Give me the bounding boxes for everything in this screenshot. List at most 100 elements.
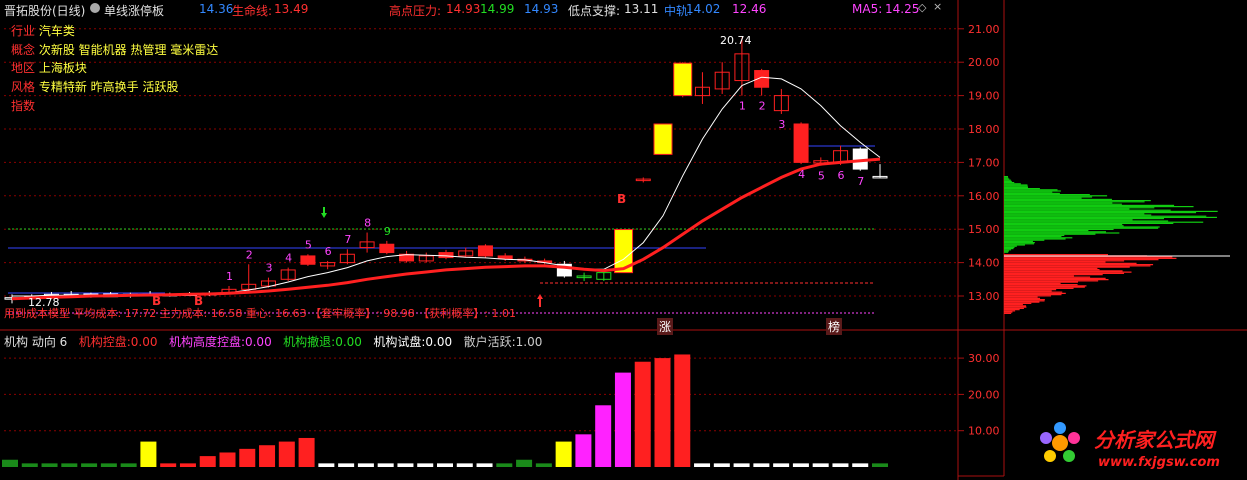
chip-bar [1004,238,1066,240]
chip-bar [1004,198,1112,200]
chip-bar [1004,246,1015,248]
volume-bar [812,463,829,467]
lower-item-value: 0.00 [425,335,453,349]
cost-model-line: 用到成本模型 平均成本: 17.72 主力成本: 16.58 重心: 16.63… [4,307,516,320]
chip-bar [1004,209,1171,211]
chip-bar [1004,176,1008,178]
volume-bar [595,405,612,467]
chip-bar [1004,230,1089,232]
volume-bar [614,372,631,467]
price-a: 14.36 [199,2,234,16]
chip-bar [1004,243,1035,245]
candle-body [477,245,493,257]
volume-bar [555,441,572,467]
chip-bar [1004,180,1012,182]
chip-bar [1004,236,1062,238]
chip-bar [1004,259,1159,261]
chip-bar [1004,285,1087,287]
chip-bar [1004,188,1040,190]
lower-item-value: 0.00 [130,335,158,349]
candle-body [497,255,513,260]
candle-number: 2 [759,100,766,113]
chip-bar [1004,189,1058,191]
chip-bar [1004,306,1027,308]
chip-bar [1004,190,1061,192]
info-key: 地区 [11,61,36,76]
chip-bar [1004,232,1120,234]
chip-bar [1004,179,1011,181]
volume-bar [338,463,355,467]
chip-bar [1004,194,1090,196]
chip-bar [1004,245,1017,247]
lower-item-value: 0.00 [244,335,272,349]
chip-bar [1004,289,1057,291]
chip-bar [1004,271,1132,273]
info-row: 地区 上海板块 [11,59,218,78]
chip-bar [1004,225,1124,227]
chip-bar [1004,224,1123,226]
y-tick-label: 18.00 [968,123,1000,136]
chip-bar [1004,218,1165,220]
chip-bar [1004,309,1020,311]
candle-number: 9 [384,225,391,238]
chip-bar [1004,221,1204,223]
candle-number: 6 [838,169,845,182]
volume-bar [140,441,157,467]
chip-bar [1004,249,1012,251]
y-tick-label: 30.00 [968,352,1000,365]
candle-number: 1 [739,100,746,113]
chip-bar [1004,294,1062,296]
chip-bar [1004,196,1093,198]
info-value: 上海板块 [38,61,87,76]
volume-bar [61,463,78,467]
chip-bar [1004,301,1040,303]
candle-number: 1 [226,270,233,283]
volume-bar [397,463,414,467]
buy-marker: B [617,192,627,206]
limit-up-marker: 涨 [657,318,674,335]
chip-bar [1004,178,1010,180]
chip-bar [1004,215,1207,217]
volume-bar [753,463,770,467]
y-tick-label: 13.00 [968,290,1000,303]
volume-bar [852,463,869,467]
high-label: 20.74 [720,34,752,47]
chip-bar [1004,282,1061,284]
chip-bar [1004,297,1041,299]
volume-bar [377,463,394,467]
chip-bar [1004,299,1045,301]
volume-bar [674,354,691,467]
chip-bar [1004,208,1130,210]
indicator-name[interactable]: 单线涨停板 [104,2,164,19]
settings-icon[interactable]: ◇ [918,1,926,14]
y-tick-label: 14.00 [968,257,1000,270]
chip-bar [1004,201,1145,203]
chip-bar [1004,274,1103,276]
high-pressure-3: 14.93 [524,2,559,16]
chip-bar [1004,222,1174,224]
info-key: 概念 [11,42,36,57]
info-row: 风格 专精特新 昨高换手 活跃股 [11,78,218,97]
chip-bar [1004,206,1194,208]
chip-bar [1004,182,1015,184]
chip-bar [1004,226,1160,228]
chip-bar [1004,185,1028,187]
volume-bar [199,456,216,467]
volume-bar [179,463,196,467]
chip-bar [1004,275,1074,277]
y-tick-label: 16.00 [968,190,1000,203]
volume-bar [298,437,315,467]
volume-bar [575,434,592,467]
chip-bar [1004,311,1013,313]
lower-item-label: 机构试盘: [373,335,426,349]
dropdown-icon[interactable] [90,3,100,13]
candle-number: 7 [344,233,351,246]
chip-bar [1004,261,1106,263]
close-icon[interactable]: × [933,0,942,13]
chip-bar [1004,256,1173,258]
y-tick-label: 20.00 [968,56,1000,69]
life-line-value: 13.49 [274,2,309,16]
chip-bar [1004,248,1014,250]
low-label: 12.78 [28,296,60,309]
y-tick-label: 17.00 [968,156,1000,169]
